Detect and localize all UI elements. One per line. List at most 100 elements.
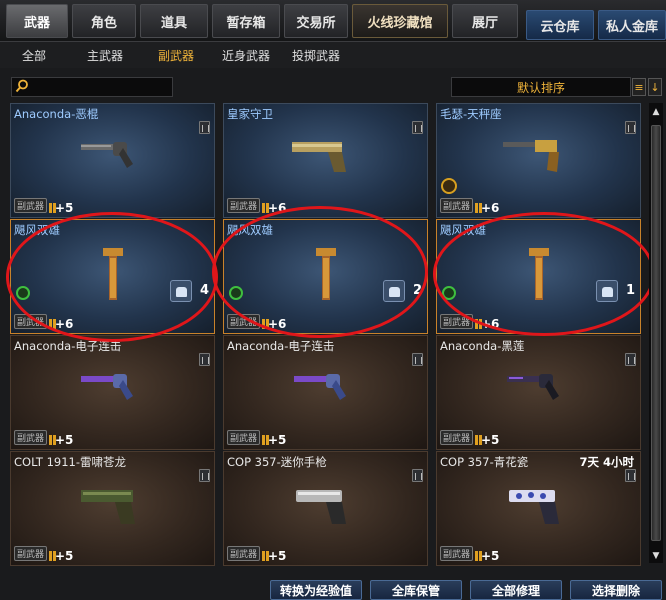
top-tab-bar: 武器 角色 道具 暂存箱 交易所 火线珍藏馆 展厅 云仓库 私人金库 [0, 0, 666, 42]
weapon-type-tag: 副武器 [227, 314, 261, 329]
item-card[interactable]: 飓风双雄 4 副武器 +6 [10, 219, 215, 334]
pistol-gold-icon [291, 142, 346, 172]
repair-all-button[interactable]: 全部修理 [470, 580, 562, 600]
item-name: 飓风双雄 [440, 223, 486, 237]
weapon-type-tag: 副武器 [227, 546, 261, 561]
trash-icon[interactable] [625, 121, 636, 134]
ammo-level: +6 [475, 317, 499, 331]
item-name: COLT 1911-雷啸苍龙 [14, 455, 127, 469]
item-card[interactable]: COLT 1911-雷啸苍龙 副武器 +5 [10, 451, 215, 566]
item-name: COP 357-青花瓷 [440, 455, 529, 469]
convert-exp-button[interactable]: 转换为经验值 [270, 580, 362, 600]
upgrade-badge-icon [229, 286, 243, 300]
item-card[interactable]: Anaconda-电子连击 副武器 +5 [223, 335, 428, 450]
tab-storage-box[interactable]: 暂存箱 [212, 4, 280, 38]
trash-icon[interactable] [199, 121, 210, 134]
trash-icon[interactable] [412, 353, 423, 366]
scroll-thumb[interactable] [651, 125, 661, 541]
convert-exp-label: 转换为经验值 [279, 583, 352, 598]
scroll-down-icon[interactable]: ▼ [649, 549, 663, 563]
tab-collection-label: 火线珍藏馆 [367, 15, 433, 31]
subtab-throwable[interactable]: 投掷武器 [292, 47, 340, 64]
weapon-type-tag: 副武器 [440, 314, 474, 329]
tab-items-label: 道具 [160, 15, 187, 31]
item-card[interactable]: 飓风双雄 2 副武器 +6 [223, 219, 428, 334]
sort-dropdown[interactable]: 默认排序 [451, 77, 631, 97]
stack-box-icon [596, 280, 618, 302]
subtab-secondary[interactable]: 副武器 [158, 47, 194, 64]
scrollbar[interactable]: ▲ ▼ [649, 103, 663, 563]
search-icon [15, 79, 28, 93]
item-card[interactable]: 毛瑟-天秤座 副武器 +6 [436, 103, 641, 218]
subtab-melee[interactable]: 近身武器 [222, 47, 270, 64]
tab-weapons[interactable]: 武器 [6, 4, 68, 38]
stack-box-icon [170, 280, 192, 302]
tab-showroom-label: 展厅 [471, 15, 498, 31]
ammo-level: +6 [262, 201, 286, 215]
trash-icon[interactable] [625, 469, 636, 482]
item-name: Anaconda-电子连击 [227, 339, 335, 353]
subtab-all[interactable]: 全部 [22, 47, 46, 64]
tab-items[interactable]: 道具 [140, 4, 208, 38]
tab-storage-box-label: 暂存箱 [226, 15, 266, 31]
tab-characters-label: 角色 [90, 15, 117, 31]
stack-count: 2 [412, 283, 422, 298]
weapon-type-tag: 副武器 [227, 430, 261, 445]
tab-cloud-storage[interactable]: 云仓库 [526, 10, 594, 40]
subtab-primary[interactable]: 主武器 [87, 47, 123, 64]
tab-characters[interactable]: 角色 [72, 4, 136, 38]
revolver-purple-icon [80, 374, 133, 400]
tab-weapons-label: 武器 [23, 15, 50, 31]
sort-arrow-icon[interactable]: ↓ [648, 78, 662, 96]
upgrade-badge-icon [16, 286, 30, 300]
ammo-level: +6 [262, 317, 286, 331]
trash-icon[interactable] [199, 469, 210, 482]
sub-tab-bar: 全部 主武器 副武器 近身武器 投掷武器 [0, 42, 666, 68]
item-name: COP 357-迷你手枪 [227, 455, 327, 469]
ammo-level: +5 [262, 433, 286, 447]
item-card[interactable]: 皇家守卫 副武器 +6 [223, 103, 428, 218]
weapon-type-tag: 副武器 [14, 198, 48, 213]
item-card[interactable]: Anaconda-恶棍 副武器 +5 [10, 103, 215, 218]
trash-icon[interactable] [199, 353, 210, 366]
stack-count: 1 [625, 283, 635, 298]
smg-gold-icon [102, 248, 123, 300]
revolver-purple-icon [293, 374, 346, 400]
trash-icon[interactable] [412, 121, 423, 134]
item-card[interactable]: 飓风双雄 1 副武器 +6 [436, 219, 641, 334]
select-delete-label: 选择删除 [591, 583, 640, 598]
tab-private-vault[interactable]: 私人金库 [598, 10, 666, 40]
ammo-level: +6 [475, 201, 499, 215]
ammo-level: +5 [475, 433, 499, 447]
item-card[interactable]: Anaconda-电子连击 副武器 +5 [10, 335, 215, 450]
scroll-up-icon[interactable]: ▲ [649, 105, 663, 119]
list-icon[interactable]: ≡ [632, 78, 646, 96]
tab-showroom[interactable]: 展厅 [452, 4, 518, 38]
weapon-type-tag: 副武器 [227, 198, 261, 213]
remaining-time: 7天 4小时 [579, 455, 634, 469]
sort-label: 默认排序 [516, 80, 565, 95]
trash-icon[interactable] [412, 469, 423, 482]
item-grid: Anaconda-恶棍 副武器 +5 皇家守卫 副武器 +6 毛瑟-天秤座 副武… [10, 103, 647, 566]
trash-icon[interactable] [625, 353, 636, 366]
pistol-green-icon [80, 490, 135, 524]
weapon-type-tag: 副武器 [14, 546, 48, 561]
cop-porcelain-icon [508, 490, 559, 524]
search-field[interactable] [32, 79, 170, 95]
tab-exchange[interactable]: 交易所 [284, 4, 348, 38]
weapon-type-tag: 副武器 [14, 314, 48, 329]
ammo-level: +5 [262, 549, 286, 563]
item-card[interactable]: COP 357-迷你手枪 副武器 +5 [223, 451, 428, 566]
revolver-icon [80, 142, 133, 168]
item-card[interactable]: Anaconda-黑莲 副武器 +5 [436, 335, 641, 450]
search-input[interactable] [11, 77, 173, 97]
ammo-level: +5 [49, 549, 73, 563]
ammo-level: +5 [475, 549, 499, 563]
store-all-button[interactable]: 全库保管 [370, 580, 462, 600]
revolver-dark-icon [506, 374, 559, 400]
stack-count: 4 [199, 283, 209, 298]
smg-gold-icon [528, 248, 549, 300]
select-delete-button[interactable]: 选择删除 [570, 580, 662, 600]
item-card[interactable]: COP 357-青花瓷 7天 4小时 副武器 +5 [436, 451, 641, 566]
tab-collection[interactable]: 火线珍藏馆 [352, 4, 448, 38]
